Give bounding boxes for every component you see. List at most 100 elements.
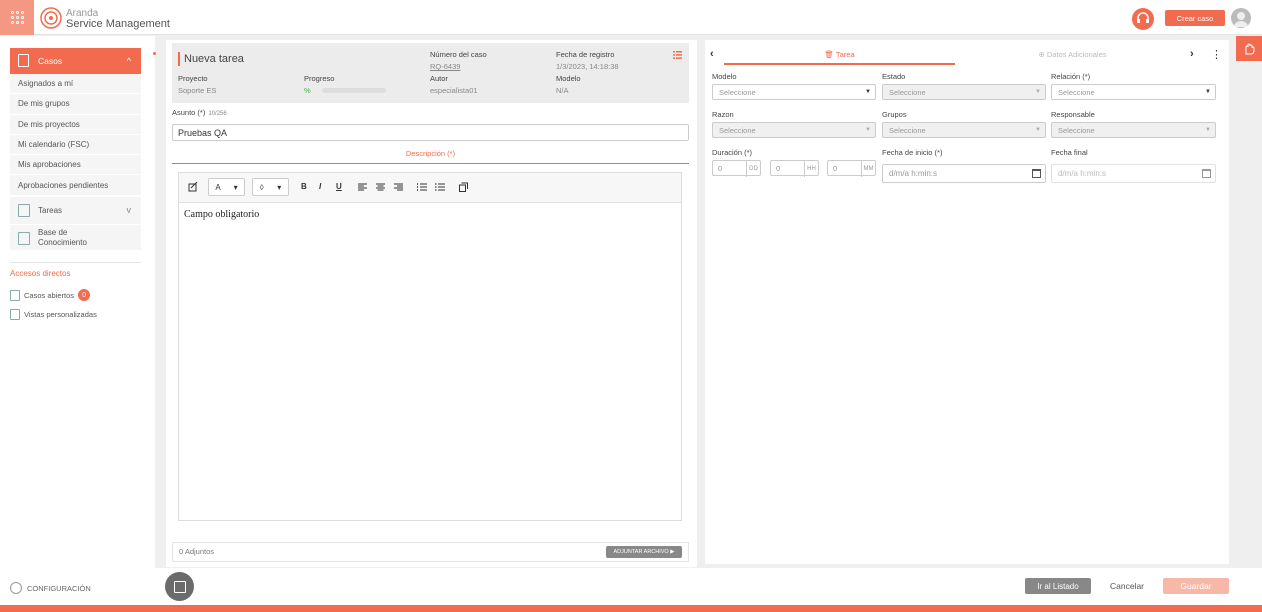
sidebar-item-base-conocimiento[interactable]: Base de Conocimiento bbox=[10, 225, 141, 250]
sidebar-item-tareas[interactable]: Tareas v bbox=[10, 197, 141, 224]
duration-minutes-unit: MM bbox=[861, 161, 875, 177]
model-value: N/A bbox=[556, 86, 569, 95]
attach-file-button[interactable]: ADJUNTAR ARCHIVO ▶ bbox=[606, 546, 682, 558]
description-editor[interactable] bbox=[178, 172, 682, 521]
create-case-button[interactable]: Crear caso bbox=[1165, 10, 1225, 26]
bold-button[interactable]: B bbox=[301, 182, 307, 191]
sidebar-item-aprobaciones[interactable]: Mis aprobaciones bbox=[10, 155, 141, 176]
description-text: Campo obligatorio bbox=[184, 209, 260, 220]
subject-input[interactable] bbox=[172, 124, 689, 141]
duration-minutes-input[interactable]: 0 MM bbox=[827, 160, 876, 177]
more-vertical-icon[interactable]: ⋮ bbox=[1211, 48, 1222, 61]
caret-down-icon: ▼ bbox=[1205, 89, 1211, 95]
chevron-right-icon[interactable]: › bbox=[1190, 48, 1194, 60]
bullet-list-icon[interactable] bbox=[435, 183, 445, 191]
modelo-select-value: Seleccione bbox=[719, 87, 756, 97]
ordered-list-icon[interactable] bbox=[417, 183, 427, 191]
support-headset-icon[interactable] bbox=[1132, 8, 1154, 30]
align-right-icon[interactable] bbox=[394, 183, 403, 191]
droplet-icon: ◊ bbox=[259, 182, 264, 192]
tab-tarea[interactable]: 🗑 Tarea bbox=[724, 46, 955, 65]
case-number-link[interactable]: RQ-6439 bbox=[430, 62, 460, 71]
razon-label: Razon bbox=[712, 110, 734, 119]
sidebar-item-proyectos[interactable]: De mis proyectos bbox=[10, 115, 141, 135]
caret-down-icon: ▾ bbox=[277, 182, 282, 192]
subject-char-count: 10/256 bbox=[208, 111, 227, 117]
chevron-up-icon: ^ bbox=[126, 56, 131, 66]
razon-select[interactable]: Seleccione ▼ bbox=[712, 122, 876, 138]
app-launcher-icon[interactable] bbox=[0, 0, 34, 35]
duration-hours-input[interactable]: 0 HH bbox=[770, 160, 819, 177]
grupos-select[interactable]: Seleccione ▼ bbox=[882, 122, 1046, 138]
italic-button[interactable]: I bbox=[319, 182, 321, 191]
list-menu-icon[interactable] bbox=[673, 51, 682, 59]
duration-days-input[interactable]: 0 DD bbox=[712, 160, 761, 177]
inicio-label: Fecha de inicio (*) bbox=[882, 148, 943, 157]
play-icon: ▶ bbox=[670, 549, 675, 555]
notes-fab-button[interactable] bbox=[165, 572, 194, 601]
clear-format-icon[interactable] bbox=[188, 182, 198, 192]
duration-hours-value: 0 bbox=[776, 163, 781, 173]
shortcut-casos-abiertos[interactable]: Casos abiertos 0 bbox=[10, 289, 91, 301]
attach-file-label: ADJUNTAR ARCHIVO bbox=[613, 549, 669, 555]
book-icon bbox=[18, 232, 30, 245]
shortcuts-title: Accesos directos bbox=[10, 269, 71, 278]
relacion-select[interactable]: Seleccione ▼ bbox=[1051, 84, 1216, 100]
configuration-link[interactable]: CONFIGURACIÓN bbox=[10, 582, 91, 594]
underline-button[interactable]: U bbox=[336, 182, 342, 191]
sidebar-collapse-handle[interactable] bbox=[153, 52, 156, 55]
calendar-icon bbox=[1032, 169, 1041, 178]
gear-icon bbox=[10, 582, 22, 594]
plus-circle-icon: ⊕ bbox=[1038, 50, 1045, 59]
task-details-panel bbox=[705, 40, 1229, 564]
chevron-left-icon[interactable]: ‹ bbox=[710, 48, 714, 60]
assistant-toggle[interactable] bbox=[1236, 36, 1262, 61]
align-center-icon[interactable] bbox=[376, 183, 385, 191]
tasks-icon bbox=[18, 204, 30, 217]
sidebar-item-asignados[interactable]: Asignados a mí bbox=[10, 74, 141, 95]
cancel-button[interactable]: Cancelar bbox=[1097, 578, 1157, 594]
highlight-color-dropdown[interactable]: ◊ ▾ bbox=[252, 178, 289, 196]
relacion-select-value: Seleccione bbox=[1058, 87, 1095, 97]
start-date-input[interactable]: d/m/a h:min:s bbox=[882, 164, 1046, 183]
model-label: Modelo bbox=[556, 74, 581, 83]
end-date-input[interactable]: d/m/a h:min:s bbox=[1051, 164, 1216, 183]
calendar-icon bbox=[1202, 169, 1211, 178]
align-left-icon[interactable] bbox=[358, 183, 367, 191]
modelo-select[interactable]: Seleccione ▼ bbox=[712, 84, 876, 100]
caret-down-icon: ▼ bbox=[1205, 127, 1211, 133]
duration-days-unit: DD bbox=[746, 161, 760, 177]
progress-label: Progreso bbox=[304, 74, 335, 83]
go-to-list-button[interactable]: Ir al Listado bbox=[1025, 578, 1091, 594]
shortcut-vistas[interactable]: Vistas personalizadas bbox=[10, 309, 97, 320]
project-label: Proyecto bbox=[178, 74, 208, 83]
open-cases-count-badge: 0 bbox=[78, 289, 91, 301]
subject-label-text: Asunto (*) bbox=[172, 108, 206, 117]
sidebar-item-calendario[interactable]: Mi calendario (FSC) bbox=[10, 135, 141, 156]
caret-down-icon: ▾ bbox=[233, 182, 238, 192]
font-color-dropdown[interactable]: A ▾ bbox=[208, 178, 245, 196]
responsable-select[interactable]: Seleccione ▼ bbox=[1051, 122, 1216, 138]
sidebar-base-label-1: Base de bbox=[38, 228, 68, 237]
register-date-value: 1/3/2023, 14:18:38 bbox=[556, 62, 619, 71]
sidebar-casos-header[interactable]: Casos ^ bbox=[10, 48, 141, 74]
sidebar-casos-label: Casos bbox=[38, 56, 63, 66]
estado-label: Estado bbox=[882, 72, 906, 81]
sidebar-item-pendientes[interactable]: Aprobaciones pendientes bbox=[10, 175, 141, 196]
save-button[interactable]: Guardar bbox=[1163, 578, 1229, 594]
description-tab[interactable]: Descripción (*) bbox=[172, 149, 689, 164]
user-avatar[interactable] bbox=[1231, 8, 1251, 28]
tab-datos-adicionales[interactable]: ⊕ Datos Adicionales bbox=[960, 50, 1185, 59]
sidebar-tareas-label: Tareas bbox=[38, 206, 63, 215]
estado-select[interactable]: Seleccione ▼ bbox=[882, 84, 1046, 100]
trash-icon: 🗑 bbox=[824, 50, 834, 59]
fullscreen-icon[interactable] bbox=[459, 182, 468, 192]
shortcut-casos-abiertos-label: Casos abiertos bbox=[24, 290, 75, 300]
brand-name-bottom: Service Management bbox=[66, 18, 170, 30]
sidebar: Casos ^ Asignados a mí De mis grupos De … bbox=[0, 36, 155, 605]
tab-datos-label: Datos Adicionales bbox=[1046, 50, 1107, 59]
sidebar-item-grupos[interactable]: De mis grupos bbox=[10, 94, 141, 115]
page-title: Nueva tarea bbox=[184, 53, 244, 65]
caret-down-icon: ▼ bbox=[1035, 89, 1041, 95]
duracion-label: Duración (*) bbox=[712, 148, 753, 157]
